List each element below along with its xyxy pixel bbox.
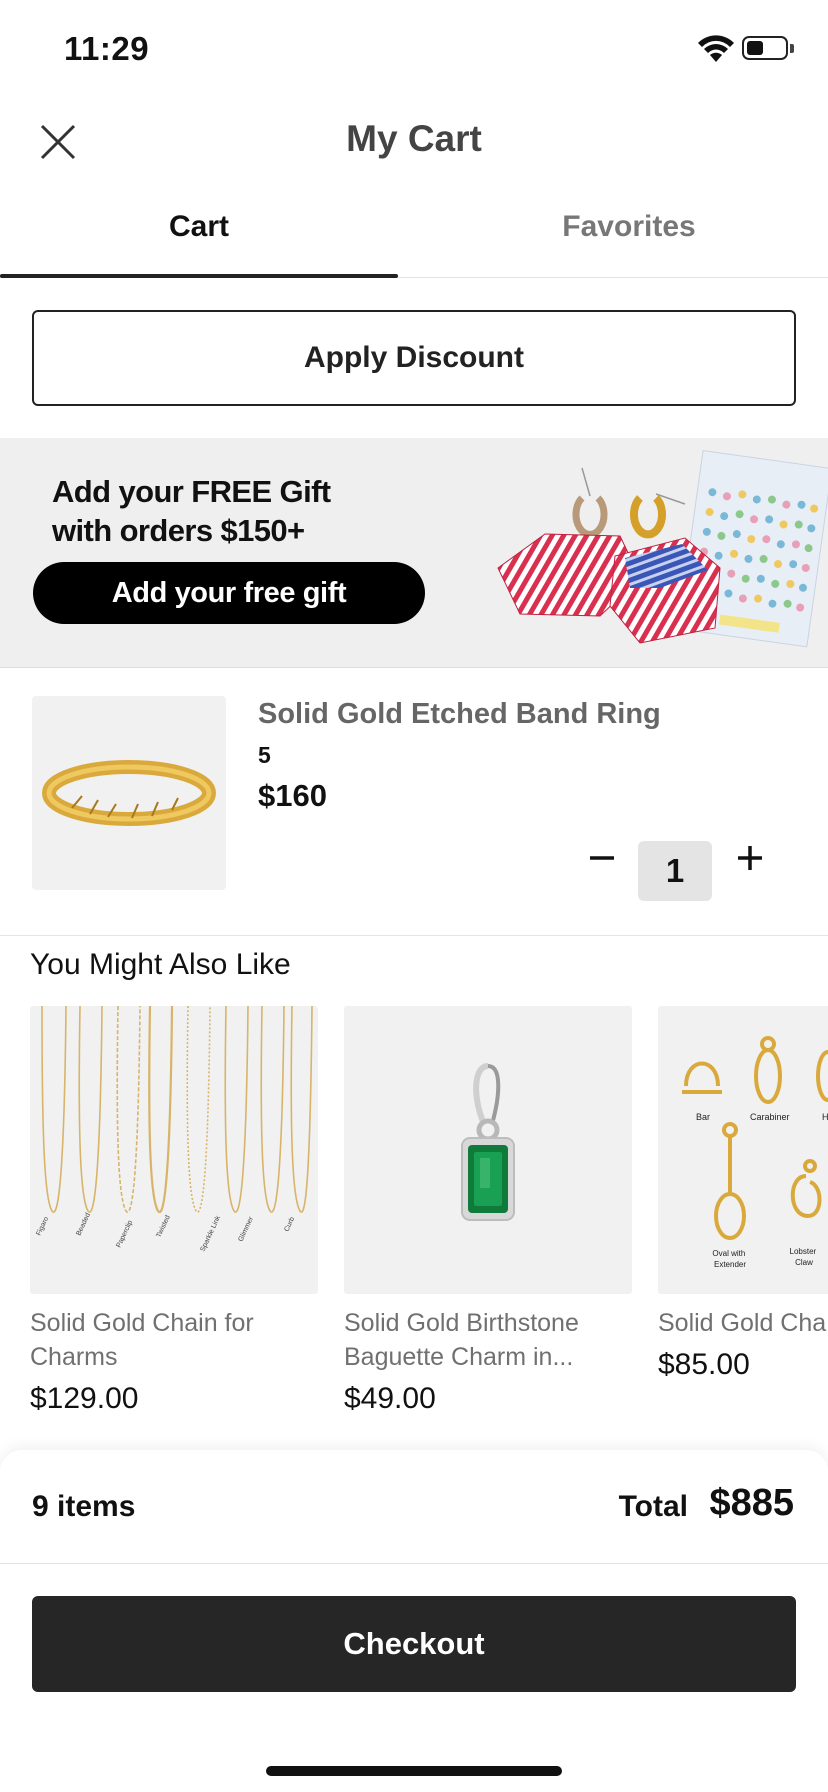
page-title: My Cart bbox=[346, 118, 482, 159]
clasp-label-line: Lobster bbox=[790, 1247, 817, 1256]
tab-active-indicator bbox=[0, 274, 398, 278]
apply-discount-button[interactable]: Apply Discount bbox=[32, 310, 796, 406]
clasp-label: H bbox=[822, 1112, 828, 1122]
recommendations-carousel[interactable]: Figaro Beaded Paperclip Twisted Sparkle … bbox=[0, 1006, 828, 1446]
tab-favorites[interactable]: Favorites bbox=[430, 210, 828, 244]
add-free-gift-button[interactable]: Add your free gift bbox=[33, 562, 425, 624]
tab-cart[interactable]: Cart bbox=[0, 210, 398, 244]
cart-item-price: $160 bbox=[258, 778, 327, 813]
status-bar: 11:29 bbox=[0, 0, 828, 100]
product-card[interactable]: Solid Gold Birthstone Baguette Charm in.… bbox=[344, 1006, 632, 1416]
battery-nub bbox=[790, 44, 794, 53]
total-value: $885 bbox=[709, 1482, 794, 1524]
product-image: Bar Carabiner H Oval with Extender Lobst… bbox=[658, 1006, 828, 1294]
gift-banner-title: Add your FREE Gift with orders $150+ bbox=[52, 472, 331, 550]
product-price: $85.00 bbox=[658, 1348, 750, 1381]
product-name: Solid Gold Cha bbox=[658, 1309, 827, 1337]
product-card[interactable]: Bar Carabiner H Oval with Extender Lobst… bbox=[658, 1006, 828, 1382]
chain-label: Twisted bbox=[155, 1214, 171, 1239]
gift-box-image bbox=[497, 449, 828, 648]
plus-icon[interactable] bbox=[730, 838, 770, 878]
clasp-label-line: Oval with bbox=[712, 1249, 745, 1258]
product-name: Solid Gold Chain for Charms bbox=[30, 1309, 254, 1371]
summary-row: 9 items Total $885 bbox=[0, 1450, 828, 1564]
cart-item-name[interactable]: Solid Gold Etched Band Ring bbox=[258, 698, 661, 731]
minus-icon[interactable] bbox=[582, 838, 622, 878]
product-card[interactable]: Figaro Beaded Paperclip Twisted Sparkle … bbox=[30, 1006, 318, 1416]
cart-item: Solid Gold Etched Band Ring 5 $160 1 bbox=[0, 668, 828, 936]
status-time: 11:29 bbox=[64, 30, 150, 67]
battery-icon bbox=[742, 36, 788, 60]
quantity-value[interactable]: 1 bbox=[638, 841, 712, 901]
checkout-summary: 9 items Total $885 Checkout bbox=[0, 1450, 828, 1792]
checkout-button[interactable]: Checkout bbox=[32, 1596, 796, 1692]
ring-image bbox=[42, 760, 216, 826]
gift-banner: Add your FREE Gift with orders $150+ Add… bbox=[0, 438, 828, 668]
recommendations-title: You Might Also Like bbox=[30, 948, 291, 981]
product-image bbox=[344, 1006, 632, 1294]
product-price: $49.00 bbox=[344, 1382, 436, 1415]
emerald-charm-image bbox=[461, 1063, 515, 1221]
total-label: Total bbox=[618, 1490, 688, 1523]
chain-label: Figaro bbox=[35, 1216, 50, 1237]
clasps-image: Bar Carabiner H Oval with Extender Lobst… bbox=[682, 1036, 828, 1269]
product-price: $129.00 bbox=[30, 1382, 139, 1415]
clasp-label: Bar bbox=[696, 1112, 710, 1122]
battery-level bbox=[747, 41, 763, 55]
product-name: Solid Gold Birthstone Baguette Charm in.… bbox=[344, 1309, 579, 1371]
clasp-label: Lobster Claw bbox=[790, 1247, 819, 1267]
chain-label: Glimmer bbox=[237, 1215, 255, 1243]
gift-banner-line2: with orders $150+ bbox=[52, 513, 305, 548]
clasp-label-line: Extender bbox=[714, 1260, 746, 1269]
chain-label: Paperclip bbox=[115, 1219, 134, 1249]
clasp-label: Oval with Extender bbox=[712, 1249, 747, 1269]
clasp-label-line: Claw bbox=[795, 1258, 813, 1267]
product-image: Figaro Beaded Paperclip Twisted Sparkle … bbox=[30, 1006, 318, 1294]
tab-bar: Cart Favorites bbox=[0, 184, 828, 278]
chain-label: Sparkle Link bbox=[199, 1215, 222, 1253]
home-indicator[interactable] bbox=[266, 1766, 562, 1776]
cart-item-size: 5 bbox=[258, 742, 271, 768]
wifi-icon bbox=[698, 35, 734, 62]
chain-label: Beaded bbox=[75, 1212, 92, 1237]
items-count: 9 items bbox=[32, 1490, 136, 1523]
chains-image: Figaro Beaded Paperclip Twisted Sparkle … bbox=[35, 1006, 313, 1253]
gift-banner-line1: Add your FREE Gift bbox=[52, 474, 331, 509]
clasp-label: Carabiner bbox=[750, 1112, 790, 1122]
chain-label: Curb bbox=[283, 1216, 296, 1233]
cart-item-image[interactable] bbox=[32, 696, 226, 890]
header: My Cart bbox=[0, 100, 828, 180]
